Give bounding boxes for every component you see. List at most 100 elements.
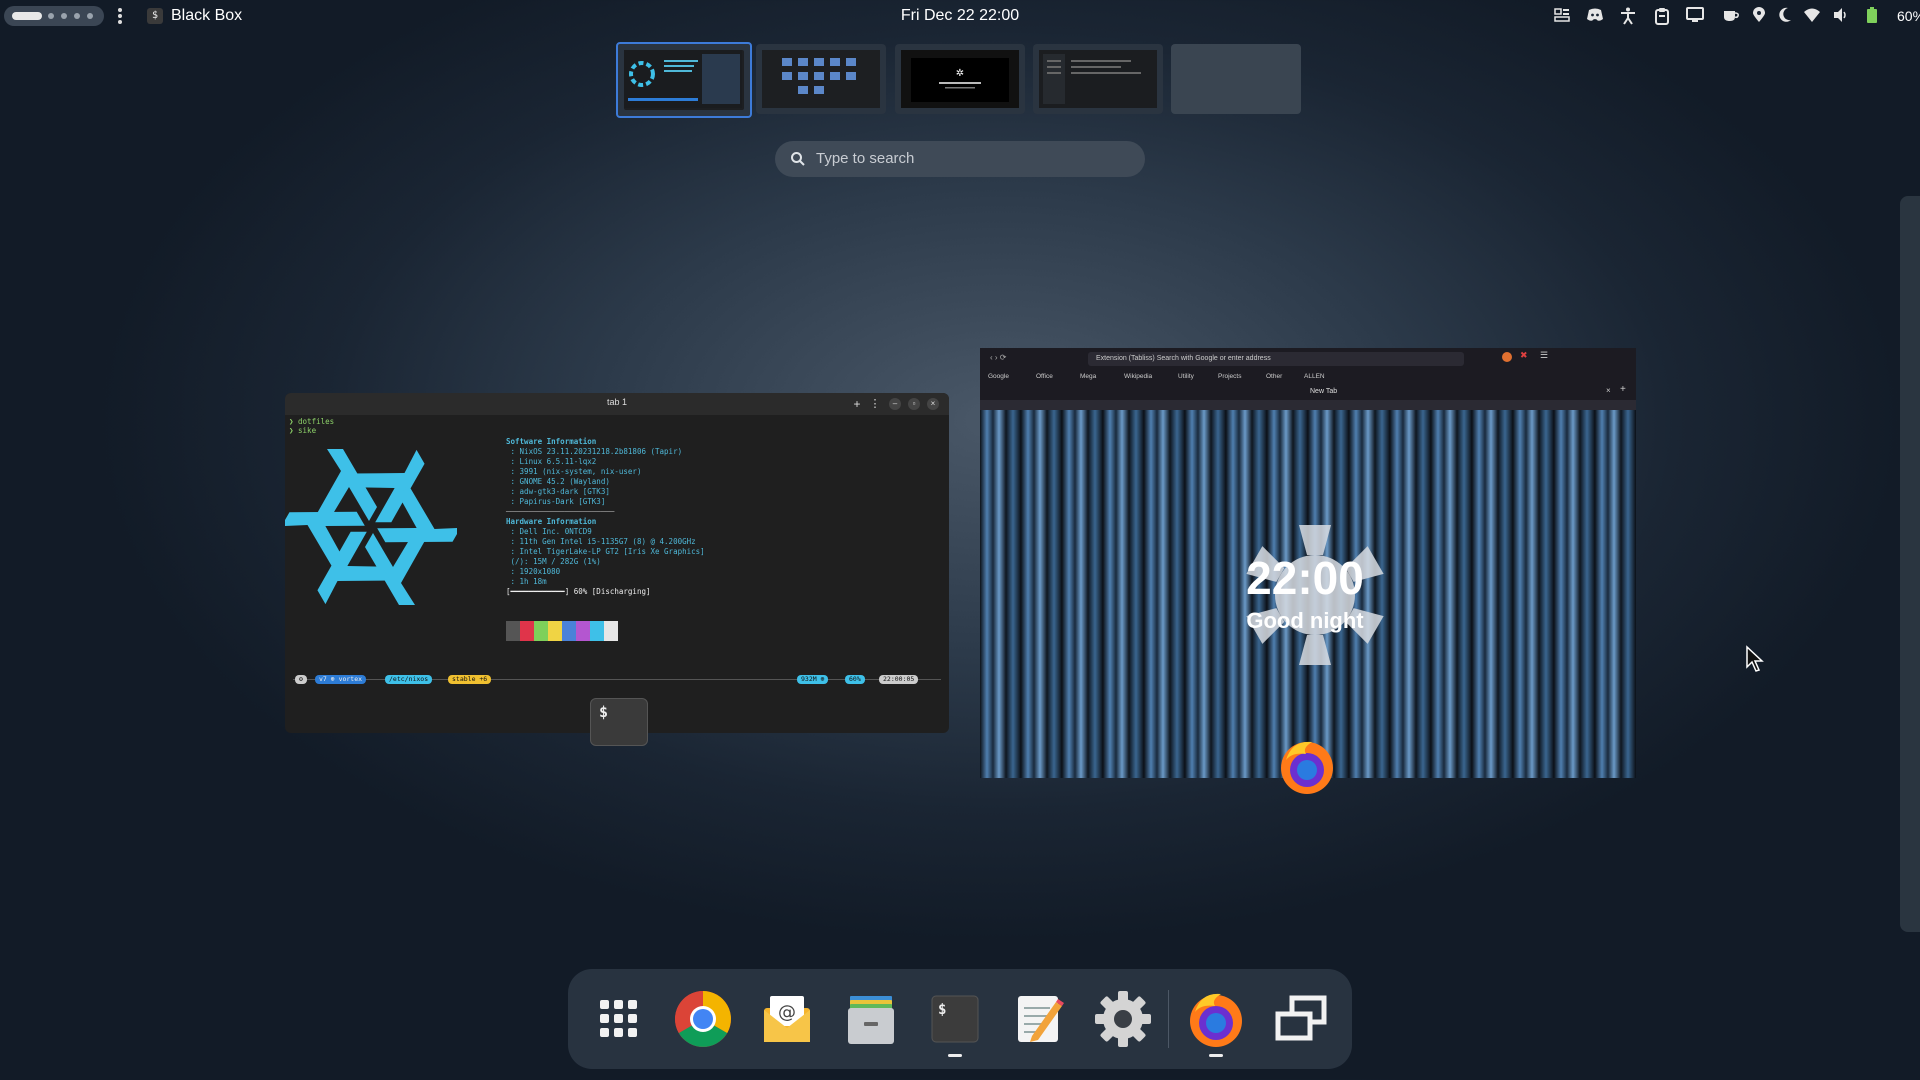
menu-icon[interactable]: ⋮ xyxy=(869,398,881,410)
info-line: : Intel TigerLake-LP GT2 [Iris Xe Graphi… xyxy=(506,547,705,556)
grid-icon[interactable] xyxy=(1554,7,1570,25)
info-divider: ──────────────────────── xyxy=(506,507,615,516)
statusline-branch: stable +6 xyxy=(448,675,492,684)
menu-icon[interactable]: ☰ xyxy=(1540,350,1548,361)
location-icon[interactable] xyxy=(1752,7,1766,25)
color-swatch xyxy=(548,621,562,641)
close-icon[interactable]: × xyxy=(927,398,939,410)
newtab-clock: 22:00 xyxy=(1246,552,1364,604)
terminal-icon[interactable]: $ xyxy=(922,986,988,1052)
focused-app-name[interactable]: Black Box xyxy=(171,6,242,26)
info-line: : 3991 (nix-system, nix-user) xyxy=(506,467,642,476)
bookmark-utility[interactable]: Utility xyxy=(1178,373,1194,380)
files-icon[interactable] xyxy=(838,986,904,1052)
color-swatch xyxy=(506,621,520,641)
statusline-path: /etc/nixos xyxy=(385,675,433,684)
info-line: : GNOME 45.2 (Wayland) xyxy=(506,477,610,486)
color-swatch xyxy=(534,621,548,641)
prompt-line: ❯ dotfiles xyxy=(289,417,335,426)
terminal-tab-title[interactable]: tab 1 xyxy=(575,397,659,407)
workspace-dot[interactable] xyxy=(48,13,54,19)
display-icon[interactable] xyxy=(1686,7,1704,25)
maximize-icon[interactable]: ▫ xyxy=(908,398,920,410)
color-swatch xyxy=(604,621,618,641)
svg-text:✲: ✲ xyxy=(956,68,964,79)
firefox-app-badge xyxy=(1278,738,1336,796)
bookmark-allen[interactable]: ALLEN xyxy=(1304,373,1325,380)
color-swatch xyxy=(590,621,604,641)
coffee-icon[interactable] xyxy=(1722,7,1740,25)
workspace-thumbnail-2[interactable] xyxy=(756,44,886,114)
terminal-app-icon: $ xyxy=(147,8,163,24)
battery-percentage[interactable]: 60% xyxy=(1897,6,1920,26)
workspace-dot[interactable] xyxy=(61,13,67,19)
svg-text:@: @ xyxy=(778,1002,796,1023)
bookmark-mega[interactable]: Mega xyxy=(1080,373,1096,380)
terminal-app-badge: $ xyxy=(590,698,648,746)
url-bar[interactable]: Extension (Tabliss) Search with Google o… xyxy=(1088,352,1464,366)
tab-strip xyxy=(980,384,1636,400)
firefox-icon[interactable] xyxy=(1183,986,1249,1052)
bookmark-projects[interactable]: Projects xyxy=(1218,373,1241,380)
info-line: : Papirus-Dark [GTK3] xyxy=(506,497,606,506)
color-swatch xyxy=(520,621,534,641)
color-swatch xyxy=(562,621,576,641)
workspace-dot[interactable] xyxy=(87,13,93,19)
info-line: : Dell Inc. 0NTCD9 xyxy=(506,527,592,536)
next-workspace-peek[interactable] xyxy=(1900,196,1920,932)
statusline-user: v7 ⊕ vortex xyxy=(315,675,367,684)
chrome-icon[interactable] xyxy=(670,986,736,1052)
mail-icon[interactable]: @ xyxy=(754,986,820,1052)
workspace-thumbnail-1[interactable] xyxy=(616,42,752,118)
more-options-icon[interactable] xyxy=(117,6,123,26)
newtab-greeting: Good night xyxy=(1246,608,1364,633)
nixos-logo xyxy=(285,441,461,613)
running-indicator xyxy=(1209,1054,1223,1057)
workspace-thumbnail-4[interactable] xyxy=(1033,44,1163,114)
statusline-mem: 932M ⊕ xyxy=(797,675,829,684)
bookmark-other[interactable]: Other xyxy=(1266,373,1282,380)
back-forward-reload-icon[interactable]: ‹ › ⟳ xyxy=(990,353,1006,362)
bookmark-google[interactable]: Google xyxy=(988,373,1009,380)
info-line: : Linux 6.5.11-lqx2 xyxy=(506,457,597,466)
night-light-icon[interactable] xyxy=(1778,7,1792,25)
volume-icon[interactable] xyxy=(1833,7,1849,25)
workspace-dot-active[interactable] xyxy=(12,12,42,20)
extension-icon[interactable]: ✖ xyxy=(1520,350,1528,361)
search-icon xyxy=(790,151,806,167)
info-line: : 1920x1080 xyxy=(506,567,561,576)
info-line: : 11th Gen Intel i5-1135G7 (8) @ 4.200GH… xyxy=(506,537,696,546)
battery-line: [━━━━━━━━━━━━] 60% [Discharging] xyxy=(506,587,651,596)
minimize-icon[interactable]: – xyxy=(889,398,901,410)
statusline-time: 22:00:05 xyxy=(879,675,919,684)
bookmark-wikipedia[interactable]: Wikipedia xyxy=(1124,373,1152,380)
workspace-thumbnail-empty[interactable] xyxy=(1171,44,1301,114)
clipboard-icon[interactable] xyxy=(1654,7,1670,25)
terminal-window-preview[interactable]: tab 1 + ⋮ – ▫ × ❯ dotfiles ❯ sike Softwa… xyxy=(285,393,949,733)
info-heading: Software Information xyxy=(506,437,597,446)
search-placeholder[interactable]: Type to search xyxy=(816,149,914,169)
dock-separator xyxy=(1168,990,1169,1048)
profile-icon[interactable] xyxy=(1502,352,1512,362)
bookmark-office[interactable]: Office xyxy=(1036,373,1053,380)
new-tab-icon[interactable]: + xyxy=(1620,384,1626,395)
battery-icon[interactable] xyxy=(1866,7,1878,25)
running-indicator xyxy=(948,1054,962,1057)
app-grid-icon[interactable] xyxy=(586,986,652,1052)
info-line: : adw-gtk3-dark [GTK3] xyxy=(506,487,610,496)
wifi-icon[interactable] xyxy=(1803,7,1821,25)
discord-icon[interactable] xyxy=(1586,7,1604,25)
text-editor-icon[interactable] xyxy=(1006,986,1072,1052)
mouse-cursor-icon xyxy=(1745,645,1765,673)
close-tab-icon[interactable]: × xyxy=(1606,386,1611,395)
tab-new-tab[interactable]: New Tab xyxy=(1310,388,1337,395)
workspaces-icon[interactable] xyxy=(1268,986,1334,1052)
new-tab-icon[interactable]: + xyxy=(851,398,863,410)
workspace-thumbnail-3[interactable]: ✲ xyxy=(895,44,1025,114)
workspace-dot[interactable] xyxy=(74,13,80,19)
prompt-line: ❯ sike xyxy=(289,426,317,435)
accessibility-icon[interactable] xyxy=(1620,7,1636,25)
settings-icon[interactable] xyxy=(1090,986,1156,1052)
date-time[interactable]: Fri Dec 22 22:00 xyxy=(880,6,1040,26)
statusline-battery: 60% xyxy=(845,675,865,684)
